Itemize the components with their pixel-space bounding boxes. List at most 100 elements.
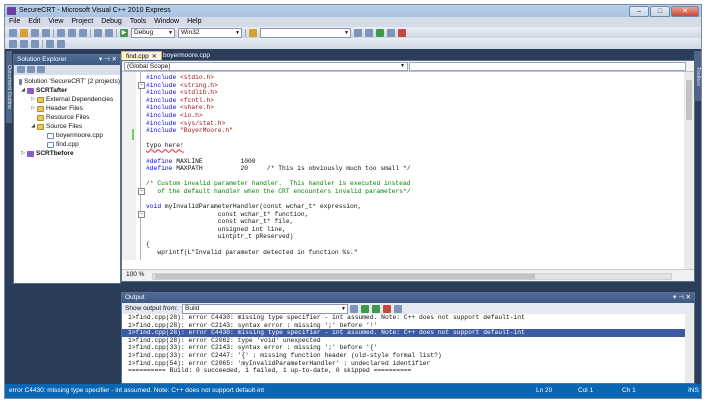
tree-item-external-dependencies[interactable]: ▷ External Dependencies <box>14 95 120 104</box>
find-message-icon[interactable] <box>350 305 358 313</box>
tree-item-resource-files[interactable]: Resource Files <box>14 113 120 122</box>
indent-icon[interactable] <box>9 39 17 48</box>
properties-icon[interactable] <box>17 66 25 73</box>
properties-icon[interactable] <box>376 28 384 37</box>
tree-item-boyermoore-cpp[interactable]: boyermoore.cpp <box>14 131 120 140</box>
collapse-icon[interactable]: ◢ <box>20 86 26 95</box>
output-header: Output ▾ ⊣ ✕ <box>122 293 694 303</box>
minimize-button[interactable]: – <box>629 6 649 17</box>
output-line[interactable]: 1>find.cpp(54): error C2065: 'myInvalidP… <box>122 360 686 368</box>
refresh-icon[interactable] <box>37 66 45 73</box>
toolbar-separator <box>90 28 91 37</box>
comment-icon[interactable] <box>46 39 54 48</box>
scope-value: (Global Scope) <box>127 63 171 70</box>
menu-window[interactable]: Window <box>150 17 183 27</box>
cpp-file-icon <box>47 141 54 148</box>
outdent-icon[interactable] <box>20 39 28 48</box>
tree-item-scrtafter[interactable]: ◢ SCRTafter <box>14 86 120 95</box>
window-title: SecureCRT - Microsoft Visual C++ 2010 Ex… <box>19 7 171 14</box>
cut-icon[interactable] <box>57 28 65 37</box>
platform-select[interactable]: Win32 ▼ <box>178 27 242 38</box>
collapse-icon[interactable]: − <box>138 82 145 89</box>
output-line[interactable]: ========== Build: 0 succeeded, 1 failed,… <box>122 367 686 375</box>
output-line[interactable]: 1>find.cpp(28): error C4430: missing typ… <box>122 314 686 322</box>
changed-line-marker <box>132 129 134 140</box>
output-line-selected[interactable]: 1>find.cpp(28): error C4430: missing typ… <box>122 329 686 337</box>
toolbox-icon[interactable] <box>387 28 395 37</box>
project-icon <box>27 87 34 94</box>
start-debugging-icon[interactable]: ▶ <box>120 28 128 37</box>
status-message: error C4430: missing type specifier - in… <box>9 387 265 394</box>
error-squiggle: typo here! <box>146 142 184 150</box>
menu-debug[interactable]: Debug <box>97 17 126 27</box>
tree-item-source-files[interactable]: ◢ Source Files <box>14 122 120 131</box>
menu-edit[interactable]: Edit <box>24 17 44 27</box>
menu-tools[interactable]: Tools <box>126 17 150 27</box>
tree-item-solution[interactable]: Solution 'SecureCRT' (2 projects) <box>14 77 120 86</box>
tree-item-label: External Dependencies <box>46 96 114 103</box>
scope-select[interactable]: (Global Scope) ▼ <box>124 62 408 71</box>
new-project-icon[interactable] <box>9 28 17 37</box>
expand-icon[interactable]: ▷ <box>20 149 26 158</box>
window-controls: – □ ✕ <box>629 6 699 17</box>
show-all-files-icon[interactable] <box>27 66 35 73</box>
undo-icon[interactable] <box>94 28 102 37</box>
menu-view[interactable]: View <box>44 17 67 27</box>
menu-help[interactable]: Help <box>183 17 205 27</box>
save-icon[interactable] <box>31 28 39 37</box>
zoom-level[interactable]: 100 % <box>126 271 144 278</box>
pin-icon[interactable]: ▾ ⊣ ✕ <box>673 293 691 303</box>
toolbox-tab[interactable]: Toolbox <box>694 51 701 101</box>
collapse-icon[interactable]: ◢ <box>30 122 36 131</box>
scroll-thumb[interactable] <box>155 274 535 279</box>
output-line[interactable]: 1>find.cpp(28): error C2143: syntax erro… <box>122 322 686 330</box>
code-area[interactable]: − − − #include <stdio.h> #include <strin… <box>122 72 685 260</box>
find-icon[interactable] <box>354 28 362 37</box>
output-line[interactable]: 1>find.cpp(33): error C2143: syntax erro… <box>122 344 686 352</box>
find-in-files-icon[interactable] <box>249 28 257 37</box>
word-wrap-icon[interactable] <box>394 305 402 313</box>
paste-icon[interactable] <box>79 28 87 37</box>
output-source-select[interactable]: Build ▼ <box>182 304 348 314</box>
output-line[interactable]: 1>find.cpp(33): error C2447: '{' : missi… <box>122 352 686 360</box>
editor-horizontal-scrollbar[interactable] <box>152 273 672 280</box>
save-all-icon[interactable] <box>42 28 50 37</box>
tree-item-find-cpp[interactable]: find.cpp <box>14 140 120 149</box>
solution-explorer-header: Solution Explorer ▾ ⊣ ✕ <box>14 55 120 65</box>
scroll-thumb[interactable] <box>686 80 692 120</box>
redo-icon[interactable] <box>105 28 113 37</box>
tree-item-header-files[interactable]: ▷ Header Files <box>14 104 120 113</box>
uncomment-icon[interactable] <box>57 39 65 48</box>
find-combo[interactable]: ▼ <box>260 27 351 38</box>
configuration-select[interactable]: Debug ▼ <box>131 27 175 38</box>
copy-icon[interactable] <box>68 28 76 37</box>
platform-value: Win32 <box>181 28 200 36</box>
collapse-icon[interactable]: − <box>138 188 145 195</box>
status-column: Col 1 <box>578 387 594 394</box>
tab-boyermoore-cpp[interactable]: boyermoore.cpp <box>159 51 214 60</box>
solution-explorer-icon[interactable] <box>365 28 373 37</box>
menu-file[interactable]: File <box>5 17 24 27</box>
output-lines[interactable]: 1>find.cpp(28): error C4430: missing typ… <box>122 314 686 383</box>
open-icon[interactable] <box>20 28 28 37</box>
previous-message-icon[interactable] <box>361 305 369 313</box>
member-select[interactable] <box>409 62 686 71</box>
next-message-icon[interactable] <box>372 305 380 313</box>
editor-vertical-scrollbar[interactable] <box>684 72 694 271</box>
toggle-bookmark-icon[interactable] <box>31 39 39 48</box>
error-list-icon[interactable] <box>398 28 406 37</box>
output-vertical-scrollbar[interactable] <box>685 314 694 383</box>
pin-icon[interactable]: ▾ ⊣ ✕ <box>99 55 117 65</box>
expand-icon[interactable]: ▷ <box>30 95 36 104</box>
output-line[interactable]: 1>find.cpp(28): error C2062: type 'void'… <box>122 337 686 345</box>
document-outline-tab[interactable]: Document Outline <box>6 51 12 123</box>
close-button[interactable]: ✕ <box>671 6 699 17</box>
tree-item-scrtbefore[interactable]: ▷ SCRTbefore <box>14 149 120 158</box>
expand-icon[interactable]: ▷ <box>30 104 36 113</box>
menu-project[interactable]: Project <box>67 17 97 27</box>
maximize-button[interactable]: □ <box>650 6 670 17</box>
output-source-value: Build <box>185 305 200 312</box>
collapse-icon[interactable]: − <box>138 211 145 218</box>
clear-all-icon[interactable] <box>383 305 391 313</box>
